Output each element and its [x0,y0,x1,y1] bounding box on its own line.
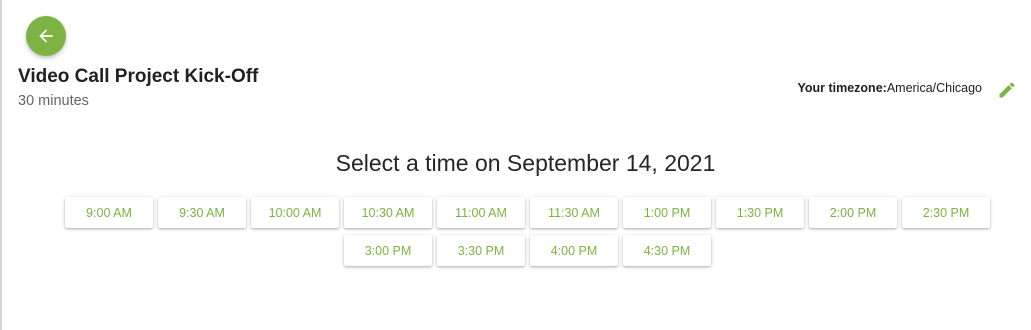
pencil-icon [999,82,1015,98]
time-slot-button[interactable]: 2:00 PM [809,197,897,228]
back-button[interactable] [26,16,66,56]
timezone-value: America/Chicago [886,81,982,95]
time-slot-button[interactable]: 11:00 AM [437,197,525,228]
time-slot-button[interactable]: 11:30 AM [530,197,618,228]
time-slot-button[interactable]: 1:00 PM [623,197,711,228]
booking-page: Video Call Project Kick-Off 30 minutes Y… [0,0,1031,330]
time-slot-button[interactable]: 9:30 AM [158,197,246,228]
timezone-display: Your timezone:America/Chicago [797,81,982,95]
time-slot-button[interactable]: 10:30 AM [344,197,432,228]
time-slot-list: 9:00 AM 9:30 AM 10:00 AM 10:30 AM 11:00 AM 11… [62,197,993,266]
time-slot-button[interactable]: 10:00 AM [251,197,339,228]
time-slot-button[interactable]: 3:30 PM [437,235,525,266]
time-slot-button[interactable]: 2:30 PM [902,197,990,228]
edit-timezone-button[interactable] [996,79,1018,101]
event-duration: 30 minutes [18,93,89,109]
time-slot-button[interactable]: 4:30 PM [623,235,711,266]
event-title: Video Call Project Kick-Off [18,66,259,87]
page-heading: Select a time on September 14, 2021 [335,150,716,176]
time-slot-button[interactable]: 3:00 PM [344,235,432,266]
time-slot-button[interactable]: 4:00 PM [530,235,618,266]
timezone-label: Your timezone: [797,81,887,95]
time-slot-button[interactable]: 9:00 AM [65,197,153,228]
arrow-left-icon [39,29,53,43]
time-slot-button[interactable]: 1:30 PM [716,197,804,228]
